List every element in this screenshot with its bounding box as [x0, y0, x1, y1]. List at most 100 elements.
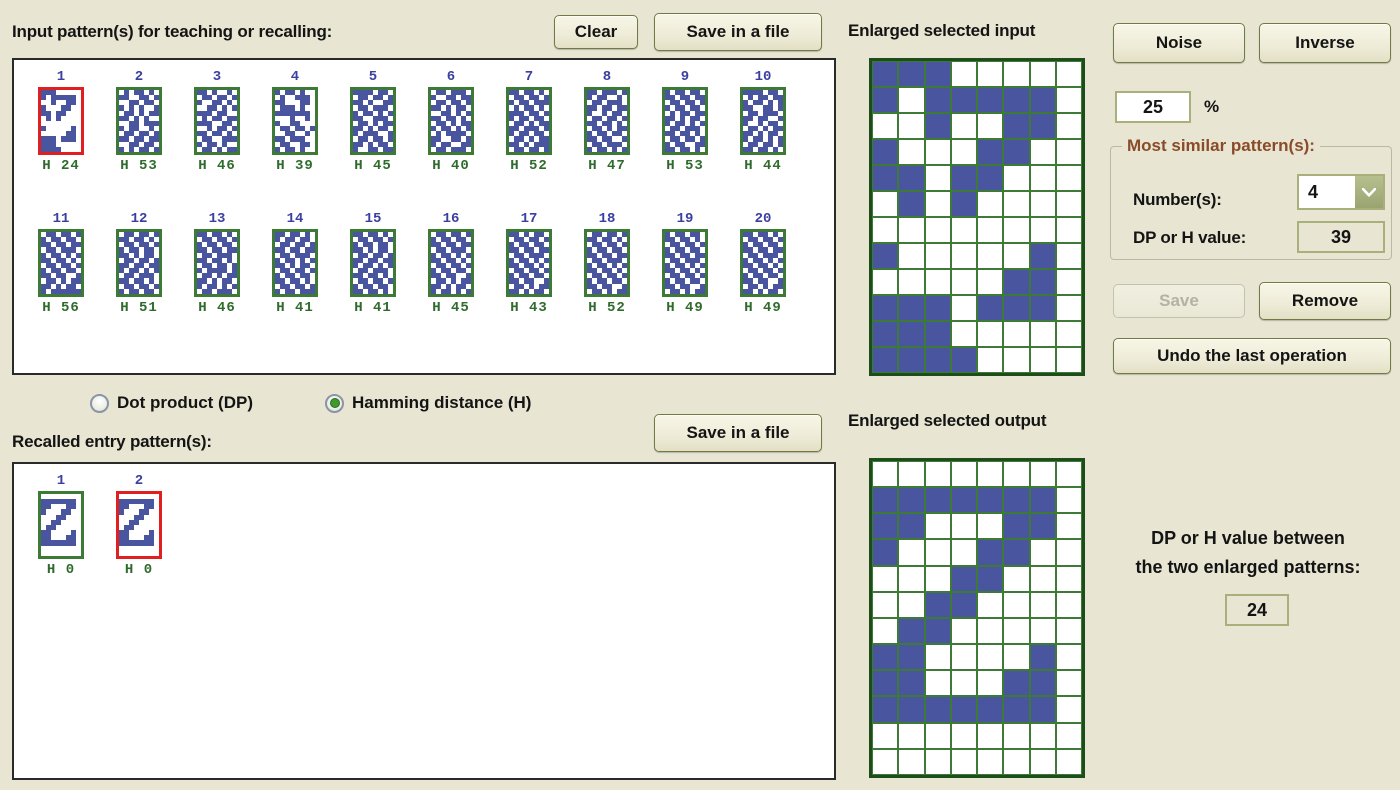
- grid-cell[interactable]: [1003, 243, 1030, 269]
- grid-cell[interactable]: [1055, 139, 1082, 165]
- grid-cell[interactable]: [898, 139, 925, 165]
- grid-cell[interactable]: [872, 61, 899, 87]
- pattern-thumbnail[interactable]: [116, 229, 162, 297]
- grid-cell[interactable]: [1029, 513, 1056, 540]
- grid-cell[interactable]: [898, 321, 925, 347]
- grid-cell[interactable]: [924, 321, 951, 347]
- grid-cell[interactable]: [898, 591, 925, 618]
- grid-cell[interactable]: [1055, 487, 1082, 514]
- grid-cell[interactable]: [924, 269, 951, 295]
- grid-cell[interactable]: [872, 165, 899, 191]
- dot-product-radio[interactable]: [90, 393, 109, 413]
- pattern-thumbnail[interactable]: [584, 87, 630, 155]
- pattern-thumbnail[interactable]: [350, 87, 396, 155]
- grid-cell[interactable]: [1029, 321, 1056, 347]
- hamming-distance-radio[interactable]: [325, 393, 344, 413]
- pattern-thumbnail[interactable]: [506, 229, 552, 297]
- grid-cell[interactable]: [924, 539, 951, 566]
- grid-cell[interactable]: [898, 617, 925, 645]
- grid-cell[interactable]: [898, 513, 925, 540]
- grid-cell[interactable]: [950, 513, 977, 540]
- grid-cell[interactable]: [950, 113, 977, 139]
- grid-cell[interactable]: [1003, 591, 1030, 618]
- grid-cell[interactable]: [1029, 347, 1056, 373]
- grid-cell[interactable]: [950, 217, 977, 243]
- grid-cell[interactable]: [924, 165, 951, 191]
- grid-cell[interactable]: [950, 61, 977, 87]
- grid-cell[interactable]: [872, 748, 899, 775]
- grid-cell[interactable]: [977, 722, 1004, 749]
- grid-cell[interactable]: [1055, 243, 1082, 269]
- input-pattern-cell[interactable]: 15 H 41: [334, 212, 412, 316]
- grid-cell[interactable]: [1003, 113, 1030, 139]
- grid-cell[interactable]: [924, 670, 951, 697]
- input-pattern-cell[interactable]: 13 H 46: [178, 212, 256, 316]
- grid-cell[interactable]: [950, 191, 977, 217]
- grid-cell[interactable]: [872, 269, 899, 295]
- grid-cell[interactable]: [872, 696, 899, 723]
- grid-cell[interactable]: [1029, 295, 1056, 321]
- grid-cell[interactable]: [977, 165, 1004, 191]
- grid-cell[interactable]: [1029, 722, 1056, 749]
- input-pattern-cell[interactable]: 19 H 49: [646, 212, 724, 316]
- undo-button[interactable]: Undo the last operation: [1113, 338, 1391, 374]
- grid-cell[interactable]: [1029, 61, 1056, 87]
- input-pattern-cell[interactable]: 1 H 24: [22, 70, 100, 174]
- grid-cell[interactable]: [1055, 165, 1082, 191]
- grid-cell[interactable]: [977, 591, 1004, 618]
- grid-cell[interactable]: [924, 748, 951, 775]
- grid-cell[interactable]: [924, 513, 951, 540]
- enlarged-input-grid[interactable]: [869, 58, 1085, 376]
- grid-cell[interactable]: [924, 61, 951, 87]
- grid-cell[interactable]: [924, 243, 951, 269]
- grid-cell[interactable]: [1029, 565, 1056, 592]
- remove-button[interactable]: Remove: [1259, 282, 1391, 320]
- pattern-thumbnail[interactable]: [38, 87, 84, 155]
- input-pattern-cell[interactable]: 4 H 39: [256, 70, 334, 174]
- grid-cell[interactable]: [1003, 321, 1030, 347]
- grid-cell[interactable]: [898, 644, 925, 671]
- input-pattern-cell[interactable]: 11 H 56: [22, 212, 100, 316]
- input-pattern-cell[interactable]: 12 H 51: [100, 212, 178, 316]
- grid-cell[interactable]: [1003, 87, 1030, 113]
- input-pattern-cell[interactable]: 18 H 52: [568, 212, 646, 316]
- grid-cell[interactable]: [872, 539, 899, 566]
- pattern-thumbnail[interactable]: [740, 229, 786, 297]
- grid-cell[interactable]: [1003, 61, 1030, 87]
- grid-cell[interactable]: [1055, 295, 1082, 321]
- pattern-thumbnail[interactable]: [506, 87, 552, 155]
- grid-cell[interactable]: [1055, 565, 1082, 592]
- grid-cell[interactable]: [924, 295, 951, 321]
- grid-cell[interactable]: [1003, 487, 1030, 514]
- grid-cell[interactable]: [1055, 722, 1082, 749]
- grid-cell[interactable]: [1029, 748, 1056, 775]
- grid-cell[interactable]: [924, 696, 951, 723]
- pattern-thumbnail[interactable]: [584, 229, 630, 297]
- hamming-distance-label[interactable]: Hamming distance (H): [352, 393, 531, 413]
- grid-cell[interactable]: [950, 269, 977, 295]
- grid-cell[interactable]: [1055, 461, 1082, 488]
- grid-cell[interactable]: [898, 243, 925, 269]
- grid-cell[interactable]: [924, 87, 951, 113]
- grid-cell[interactable]: [1003, 539, 1030, 566]
- grid-cell[interactable]: [950, 539, 977, 566]
- grid-cell[interactable]: [1003, 461, 1030, 488]
- grid-cell[interactable]: [898, 487, 925, 514]
- grid-cell[interactable]: [950, 165, 977, 191]
- grid-cell[interactable]: [1029, 670, 1056, 697]
- grid-cell[interactable]: [1055, 617, 1082, 645]
- grid-cell[interactable]: [1029, 113, 1056, 139]
- recalled-pattern-cell[interactable]: 2 H 0: [100, 474, 178, 578]
- dot-product-label[interactable]: Dot product (DP): [117, 393, 253, 413]
- grid-cell[interactable]: [1055, 191, 1082, 217]
- grid-cell[interactable]: [872, 139, 899, 165]
- grid-cell[interactable]: [950, 670, 977, 697]
- grid-cell[interactable]: [950, 461, 977, 488]
- grid-cell[interactable]: [1029, 243, 1056, 269]
- pattern-thumbnail[interactable]: [740, 87, 786, 155]
- grid-cell[interactable]: [950, 696, 977, 723]
- grid-cell[interactable]: [1055, 347, 1082, 373]
- grid-cell[interactable]: [898, 191, 925, 217]
- grid-cell[interactable]: [872, 487, 899, 514]
- grid-cell[interactable]: [872, 87, 899, 113]
